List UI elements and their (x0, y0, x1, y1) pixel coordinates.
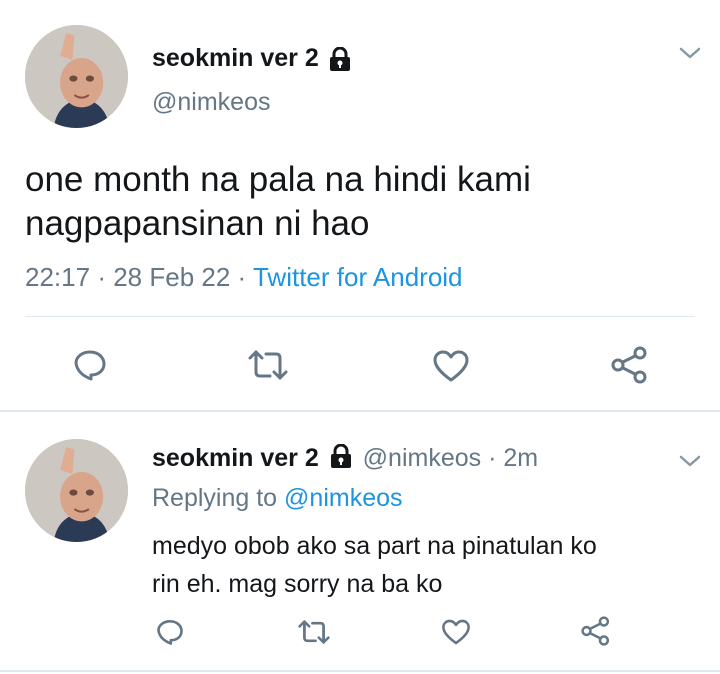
heart-icon (433, 350, 469, 382)
share-icon (611, 346, 647, 384)
tweet-text-line: one month na pala na hindi kami (25, 160, 531, 199)
replying-to-handle[interactable]: @nimkeos (284, 484, 402, 512)
retweet-icon (248, 350, 288, 380)
divider (25, 316, 695, 317)
reply-tweet: seokmin ver 2 @nimkeos · 2m Replying to … (0, 412, 720, 674)
share-button[interactable] (610, 346, 650, 384)
share-button[interactable] (580, 616, 612, 646)
lock-icon (330, 443, 352, 475)
main-tweet: seokmin ver 2 @nimkeos one month na pala… (0, 0, 720, 410)
meta-separator: · (237, 262, 247, 292)
lock-icon (329, 46, 351, 76)
like-button[interactable] (441, 618, 471, 646)
tweet-text-line: nagpapansinan ni hao (25, 204, 370, 243)
tweet-age[interactable]: 2m (503, 444, 538, 472)
timestamp[interactable]: 22:17 (25, 262, 90, 292)
retweet-icon (298, 620, 330, 644)
like-button[interactable] (432, 349, 470, 383)
retweet-button[interactable] (248, 348, 288, 382)
bottom-divider (0, 670, 720, 672)
display-name[interactable]: seokmin ver 2 (152, 44, 319, 72)
reply-text-line: medyo obob ako sa part na pinatulan ko (152, 532, 597, 560)
avatar[interactable] (25, 439, 128, 542)
display-name[interactable]: seokmin ver 2 (152, 444, 319, 472)
retweet-button[interactable] (298, 618, 330, 646)
source-link[interactable]: Twitter for Android (253, 262, 463, 292)
chevron-down-icon[interactable] (678, 452, 702, 475)
avatar[interactable] (25, 25, 128, 128)
reply-button[interactable] (156, 618, 184, 646)
meta-separator: · (488, 444, 497, 473)
date[interactable]: 28 Feb 22 (113, 262, 230, 292)
tweet-meta: 22:17 · 28 Feb 22 · Twitter for Android (25, 262, 463, 293)
handle[interactable]: @nimkeos (152, 88, 270, 117)
replying-to-label: Replying to (152, 484, 278, 512)
meta-separator: · (97, 262, 106, 292)
chevron-down-icon[interactable] (678, 44, 702, 67)
reply-icon (157, 619, 183, 645)
replying-to: Replying to @nimkeos (152, 484, 403, 513)
reply-icon (74, 350, 106, 381)
tweet-text: one month na pala na hindi kami nagpapan… (25, 158, 531, 246)
reply-text-line: rin eh. mag sorry na ba ko (152, 570, 443, 598)
heart-icon (442, 619, 470, 645)
share-icon (581, 616, 610, 646)
handle[interactable]: @nimkeos (363, 444, 481, 472)
reply-text: medyo obob ako sa part na pinatulan ko r… (152, 527, 597, 603)
reply-button[interactable] (73, 348, 107, 382)
